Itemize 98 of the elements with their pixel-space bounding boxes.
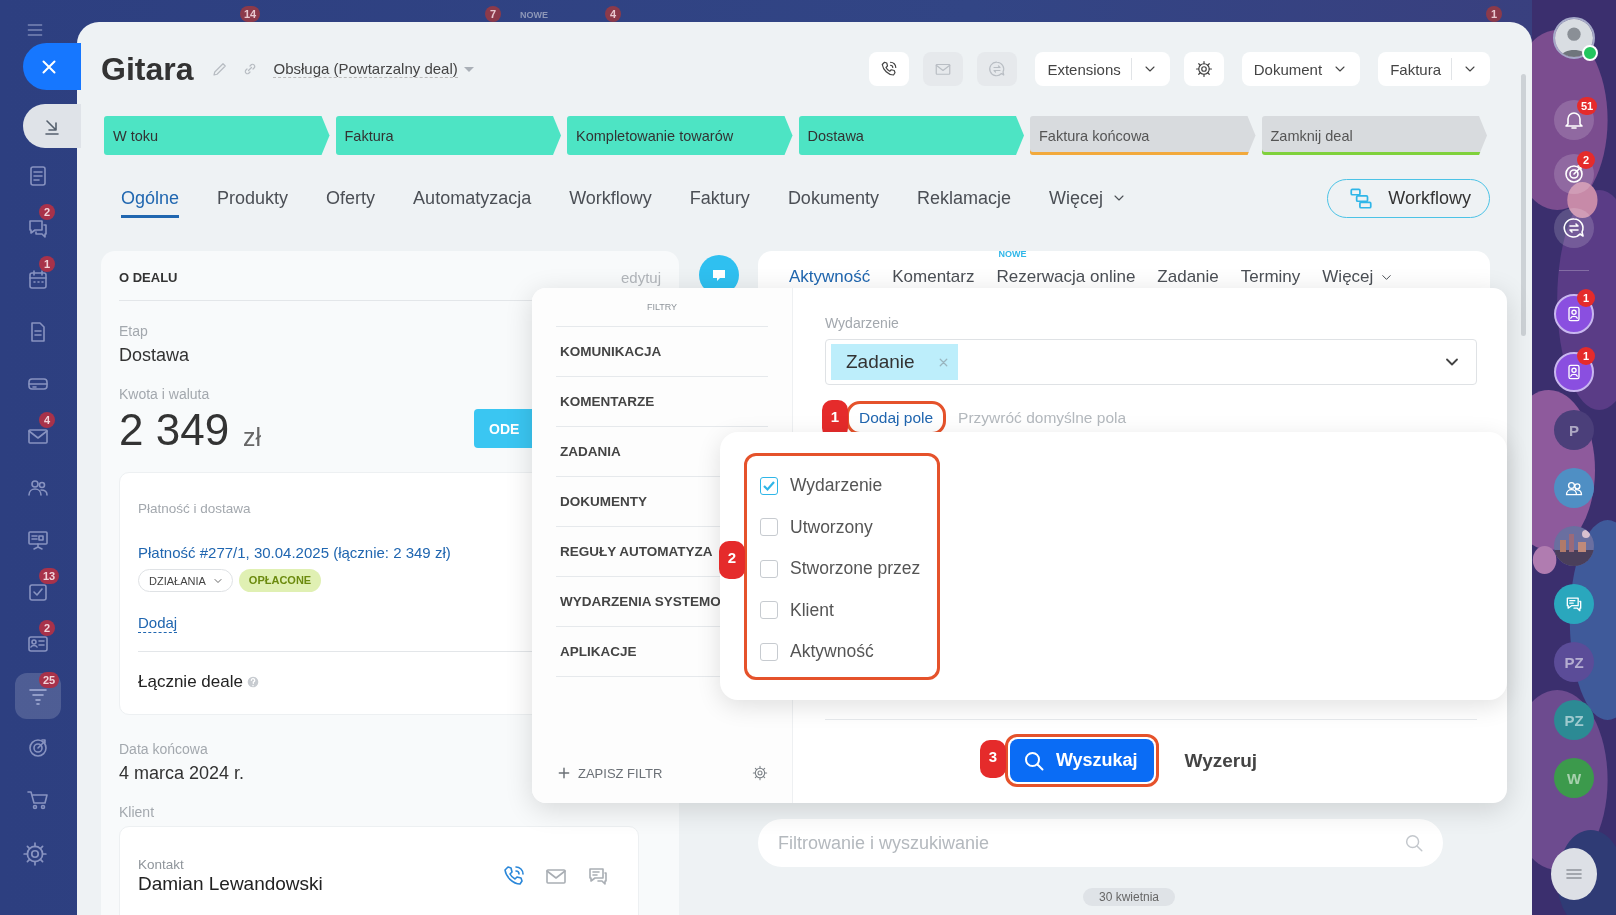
tab[interactable]: Terminy — [1240, 267, 1301, 287]
tab[interactable]: Faktury — [689, 178, 750, 218]
filter-preset[interactable]: KOMENTARZE — [556, 377, 768, 427]
section-label: Płatność i dostawa — [138, 501, 251, 516]
tab[interactable]: Reklamacje — [916, 178, 1011, 218]
checkbox-label: Klient — [790, 599, 834, 621]
tab[interactable]: Automatyzacja — [413, 178, 532, 218]
stage-step[interactable]: Faktura końcowa — [1030, 116, 1256, 155]
count-badge: 1 — [1486, 6, 1502, 22]
total-label: Łącznie deale — [138, 672, 243, 692]
contact-name: Damian Lewandowski — [138, 873, 323, 895]
popup-title: FILTRY — [556, 302, 768, 327]
calendar-icon — [26, 268, 50, 292]
currency-label: zł — [243, 422, 262, 452]
presentation-icon — [26, 528, 50, 552]
checkbox[interactable] — [760, 559, 778, 578]
phone-icon[interactable] — [502, 864, 526, 888]
checkbox-label: Aktywność — [790, 641, 874, 663]
field-label: Klient — [119, 804, 155, 820]
count-badge: 25 — [39, 672, 60, 688]
sidebar-item[interactable] — [15, 673, 61, 719]
phone-icon — [880, 60, 899, 78]
tab[interactable]: Oferty — [326, 178, 376, 218]
tab[interactable]: Więcej — [1048, 178, 1127, 218]
count-badge: 14 — [240, 6, 261, 22]
tab[interactable]: Więcej — [1322, 267, 1395, 287]
checkbox-label: Utworzony — [790, 516, 873, 538]
settings-icon[interactable] — [21, 841, 48, 867]
checkbox[interactable] — [760, 642, 778, 661]
step-badge: 3 — [979, 740, 1006, 778]
field-label: Wydarzenie — [825, 315, 900, 331]
section-title: O DEALU — [119, 270, 178, 285]
split-button[interactable]: Faktura — [1378, 52, 1490, 86]
scrollbar[interactable] — [1521, 74, 1526, 336]
field-label: Etap — [119, 323, 148, 339]
field-value: Dostawa — [119, 345, 190, 366]
dropdown-button[interactable]: Dokument — [1241, 52, 1361, 86]
count-badge: 2 — [39, 204, 55, 220]
settings-icon — [1194, 60, 1213, 78]
search-button[interactable]: Wyszukaj — [1009, 739, 1154, 782]
search-field[interactable]: Filtrowanie i wyszukiwanie — [758, 819, 1443, 867]
help-icon[interactable] — [244, 674, 261, 690]
phone-button[interactable] — [869, 52, 910, 86]
split-button[interactable]: Extensions — [1035, 52, 1170, 86]
tab[interactable]: Workflowy — [569, 178, 652, 218]
checkbox[interactable] — [760, 518, 778, 537]
stage-step[interactable]: Zamknij deal — [1261, 116, 1487, 155]
amount-value: 2 349 — [119, 408, 230, 452]
count-badge: 1 — [39, 256, 55, 272]
workflow-icon — [1348, 185, 1375, 211]
tab[interactable]: Ogólne — [121, 178, 180, 218]
deal-title: Gitara — [101, 50, 194, 88]
stage-step[interactable]: W toku — [104, 116, 330, 155]
stage-step[interactable]: Kompletowanie towarów — [567, 116, 793, 155]
tab[interactable]: Komentarz — [892, 267, 975, 287]
settings-button[interactable] — [1183, 52, 1224, 86]
tab[interactable]: Dokumenty — [787, 178, 879, 218]
chat-arrows-icon — [988, 60, 1007, 78]
search-icon[interactable] — [1403, 832, 1425, 854]
date-label: 30 kwietnia — [1083, 888, 1176, 906]
target-icon — [26, 736, 50, 760]
stage-step[interactable]: Faktura — [335, 116, 561, 155]
count-badge: 2 — [39, 620, 55, 636]
field-label: Kontakt — [138, 857, 185, 872]
checkbox-label: Stworzone przez — [790, 558, 921, 580]
pipeline-selector[interactable]: Obsługa (Powtarzalny deal) — [273, 60, 474, 78]
new-label: NOWE — [520, 10, 548, 20]
new-label: NOWE — [998, 249, 1027, 259]
cart-icon — [26, 788, 50, 812]
close-button[interactable] — [23, 43, 81, 90]
field-label: Kwota i waluta — [119, 386, 210, 402]
field-label: Data końcowa — [119, 741, 208, 757]
count-badge: 13 — [39, 568, 60, 584]
tab[interactable]: Aktywność — [789, 267, 871, 287]
status-tag: OPŁACONE — [238, 569, 322, 592]
tab[interactable]: Rezerwacja online — [996, 267, 1136, 287]
checkbox[interactable] — [760, 601, 778, 620]
add-field-link[interactable]: Dodaj pole — [859, 409, 934, 426]
plus-icon — [556, 765, 572, 781]
reset-button[interactable]: Wyzeruj — [1184, 749, 1258, 772]
tab[interactable]: Produkty — [217, 178, 289, 218]
count-badge: 4 — [39, 412, 55, 428]
count-badge: 4 — [605, 6, 621, 22]
checkbox[interactable] — [760, 476, 778, 495]
tab[interactable]: Zadanie — [1157, 267, 1219, 287]
save-filter-button[interactable]: ZAPISZ FILTR — [556, 765, 663, 781]
count-badge: 7 — [485, 6, 501, 22]
settings-icon[interactable] — [752, 765, 768, 781]
add-link[interactable]: Dodaj — [138, 614, 178, 633]
stage-step[interactable]: Dostawa — [798, 116, 1024, 155]
filter-preset[interactable]: KOMUNIKACJA — [556, 327, 768, 377]
payment-link[interactable]: Płatność #277/1, 30.04.2025 (łącznie: 2 349 zł) — [138, 544, 451, 561]
field-value: 4 marca 2024 r. — [119, 763, 245, 784]
collapse-button[interactable] — [23, 104, 81, 148]
filter-tag[interactable]: Zadanie — [831, 344, 958, 380]
step-badge: 2 — [719, 541, 745, 579]
multiselect-field[interactable]: Zadanie — [825, 339, 1477, 385]
checkbox-label: Wydarzenie — [790, 475, 883, 497]
